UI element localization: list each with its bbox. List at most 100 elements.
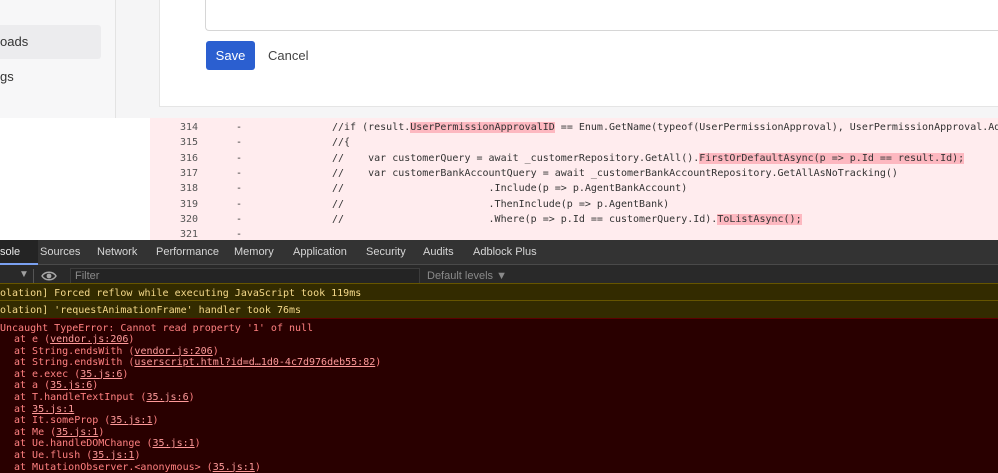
diff-line: 315 - //{ xyxy=(150,135,998,150)
source-link[interactable]: 35.js:6 xyxy=(146,392,188,403)
sidebar-item-downloads[interactable]: oads xyxy=(0,25,101,59)
tab-adblock-plus[interactable]: Adblock Plus xyxy=(473,240,537,265)
stack-frame: at Ue.handleDOMChange (35.js:1) xyxy=(14,438,201,449)
console-error: Uncaught TypeError: Cannot read property… xyxy=(0,318,998,473)
code-diff-view: 314 - //if (result.UserPermissionApprovalI… xyxy=(150,118,998,240)
diff-line: 318 - // .Include(p => p.AgentBankAccount) xyxy=(150,181,998,196)
save-button[interactable]: Save xyxy=(206,41,255,70)
stack-text: at MutationObserver.<anonymous> ( xyxy=(14,461,213,473)
tab-application[interactable]: Application xyxy=(293,240,347,265)
diff-removed-marker: - xyxy=(236,198,243,210)
stack-text: at Me ( xyxy=(14,426,57,438)
text-input-area[interactable] xyxy=(205,0,998,31)
stack-frame: at e.exec (35.js:6) xyxy=(14,369,128,380)
stack-frame: at String.endsWith (vendor.js:206) xyxy=(14,346,219,357)
stack-text: at e ( xyxy=(14,334,51,345)
tab-sole[interactable]: sole xyxy=(0,240,38,265)
diff-line: 316 - // var customerQuery = await _custom… xyxy=(150,151,998,166)
code-text: // .ThenInclude(p => p.AgentBank) xyxy=(332,197,998,212)
stack-text: at Ue.handleDOMChange ( xyxy=(14,438,153,450)
stack-frame: at 35.js:1 xyxy=(14,404,74,415)
diff-removed-marker: - xyxy=(236,213,243,225)
source-link[interactable]: 35.js:1 xyxy=(32,404,74,415)
stack-frame: at Ue.flush (35.js:1) xyxy=(14,450,140,461)
stack-text: at a ( xyxy=(14,380,51,392)
stack-text: at It.someProp ( xyxy=(14,415,111,427)
stack-frame: at T.handleTextInput (35.js:6) xyxy=(14,392,195,403)
devtools-tabbar: sole Sources Network Performance Memory Appli… xyxy=(0,240,998,265)
source-link[interactable]: vendor.js:206 xyxy=(134,346,212,357)
cancel-button[interactable]: Cancel xyxy=(264,41,312,70)
stack-text: at e.exec ( xyxy=(14,368,81,380)
tab-memory[interactable]: Memory xyxy=(234,240,274,265)
diff-removed-marker: - xyxy=(236,137,243,149)
source-link[interactable]: 35.js:1 xyxy=(56,427,98,438)
code-text: // .Where(p => p.Id == customerQuery.Id)… xyxy=(332,212,998,227)
code-segment: // var customerBankAccountQuery = await … xyxy=(332,167,898,179)
line-number: 321 xyxy=(179,229,198,240)
source-link[interactable]: 35.js:6 xyxy=(50,380,92,391)
diff-line: 319 - // .ThenInclude(p => p.AgentBank) xyxy=(150,197,998,212)
stack-text: ) xyxy=(212,345,219,357)
line-number: 320 xyxy=(179,213,198,225)
stack-text: ) xyxy=(152,415,159,427)
stack-frame: at a (35.js:6) xyxy=(14,380,98,391)
filter-input[interactable] xyxy=(70,268,420,284)
tab-security[interactable]: Security xyxy=(366,240,406,265)
code-segment: //{ xyxy=(332,137,351,149)
code-highlight: FirstOrDefaultAsync(p => p.Id == result.… xyxy=(699,152,965,164)
toolbar-divider xyxy=(33,269,34,283)
source-link[interactable]: 35.js:1 xyxy=(92,450,134,461)
error-message: Uncaught TypeError: Cannot read property… xyxy=(0,323,314,334)
console-warning: olation] 'requestAnimationFrame' handler… xyxy=(0,300,998,320)
diff-removed-marker: - xyxy=(236,122,243,133)
stack-text: at String.endsWith ( xyxy=(14,345,135,357)
tab-audits[interactable]: Audits xyxy=(423,240,454,265)
sidebar: oads gs xyxy=(0,0,116,118)
stack-text: ) xyxy=(92,380,99,392)
line-number: 318 xyxy=(179,183,198,195)
warning-text: olation] 'requestAnimationFrame' handler… xyxy=(0,305,302,316)
stack-text: ) xyxy=(194,438,201,450)
line-number: 316 xyxy=(179,152,198,164)
stack-text: at String.endsWith ( xyxy=(14,357,135,369)
source-link[interactable]: 35.js:6 xyxy=(80,369,122,380)
context-dropdown-icon[interactable]: ▼ xyxy=(19,269,29,280)
stack-text: at xyxy=(14,403,33,415)
source-link[interactable]: 35.js:1 xyxy=(110,415,152,426)
code-text: // var customerQuery = await _customerRe… xyxy=(332,151,998,166)
stack-text: ) xyxy=(375,357,382,369)
stack-frame: at String.endsWith (userscript.html?id=d… xyxy=(14,357,381,368)
source-link[interactable]: 35.js:1 xyxy=(152,438,194,449)
stack-text: ) xyxy=(122,368,129,380)
diff-removed-marker: - xyxy=(236,229,243,240)
code-highlight: UserPermissionApprovalID xyxy=(410,122,555,133)
tab-network[interactable]: Network xyxy=(97,240,137,265)
stack-text: ) xyxy=(128,334,135,345)
code-segment: //if (result. xyxy=(332,122,411,133)
stack-text: at Ue.flush ( xyxy=(14,450,93,461)
stack-text: ) xyxy=(188,392,195,403)
stack-text: ) xyxy=(254,461,261,473)
stack-frame: at Me (35.js:1) xyxy=(14,427,104,438)
line-number: 317 xyxy=(179,167,198,179)
source-link[interactable]: vendor.js:206 xyxy=(50,334,128,345)
code-segment: // .ThenInclude(p => p.AgentBank) xyxy=(332,198,670,210)
source-link[interactable]: userscript.html?id=d…1d0-4c7d976deb55:82 xyxy=(134,357,375,368)
eye-icon[interactable] xyxy=(41,269,57,283)
code-highlight: ToListAsync(); xyxy=(717,213,802,225)
sidebar-item-settings[interactable]: gs xyxy=(0,60,101,94)
code-text: // .Include(p => p.AgentBankAccount) xyxy=(332,181,998,196)
tab-performance[interactable]: Performance xyxy=(156,240,219,265)
diff-line: 321 - xyxy=(150,227,998,240)
tab-sources[interactable]: Sources xyxy=(40,240,80,265)
code-segment: // .Where(p => p.Id == customerQuery.Id)… xyxy=(332,213,718,225)
diff-removed-marker: - xyxy=(236,152,243,164)
stack-text: at T.handleTextInput ( xyxy=(14,392,147,403)
diff-line: 317 - // var customerBankAccountQuery = aw… xyxy=(150,166,998,181)
code-segment: == Enum.GetName(typeof(UserPermissionApp… xyxy=(554,122,998,133)
stack-text: ) xyxy=(98,426,105,438)
code-text: //{ xyxy=(332,135,998,150)
source-link[interactable]: 35.js:1 xyxy=(213,462,255,473)
diff-removed-marker: - xyxy=(236,183,243,195)
